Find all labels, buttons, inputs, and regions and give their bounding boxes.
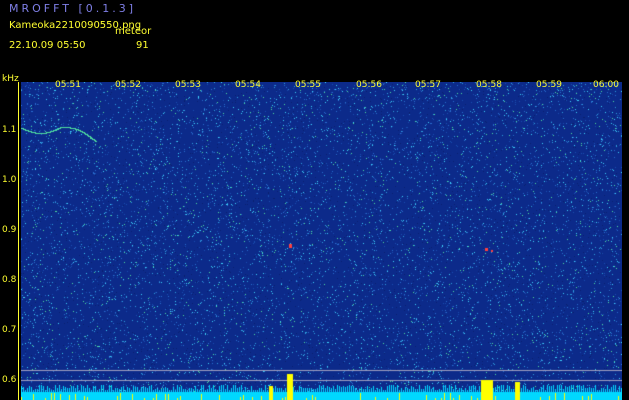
recording-datetime: 22.10.09 05:50 bbox=[9, 40, 86, 51]
time-tick-label: 05:52 bbox=[115, 80, 141, 90]
time-tick-label: 05:55 bbox=[295, 80, 321, 90]
meteor-label: meteor bbox=[115, 26, 152, 37]
time-tick-label: 05:57 bbox=[415, 80, 441, 90]
frequency-unit-label: kHz bbox=[2, 74, 19, 84]
frequency-tick-label: 0.6 bbox=[2, 375, 17, 385]
frequency-axis-line bbox=[18, 82, 19, 400]
time-tick-label: 05:51 bbox=[55, 80, 81, 90]
spectrogram-plot bbox=[21, 82, 622, 400]
spectrogram-canvas bbox=[21, 82, 622, 400]
time-tick-label: 05:53 bbox=[175, 80, 201, 90]
frequency-tick-label: 0.9 bbox=[2, 225, 17, 235]
meteor-count: 91 bbox=[136, 40, 149, 51]
time-tick-label: 05:59 bbox=[536, 80, 562, 90]
app-title: MROFFT [0.1.3] bbox=[9, 2, 137, 15]
frequency-tick-label: 0.7 bbox=[2, 325, 17, 335]
frequency-tick-label: 0.8 bbox=[2, 275, 17, 285]
time-tick-label: 06:00 bbox=[593, 80, 619, 90]
time-tick-label: 05:54 bbox=[235, 80, 261, 90]
time-tick-label: 05:58 bbox=[476, 80, 502, 90]
frequency-tick-label: 1.0 bbox=[2, 175, 17, 185]
frequency-tick-label: 1.1 bbox=[2, 125, 17, 135]
time-tick-label: 05:56 bbox=[356, 80, 382, 90]
